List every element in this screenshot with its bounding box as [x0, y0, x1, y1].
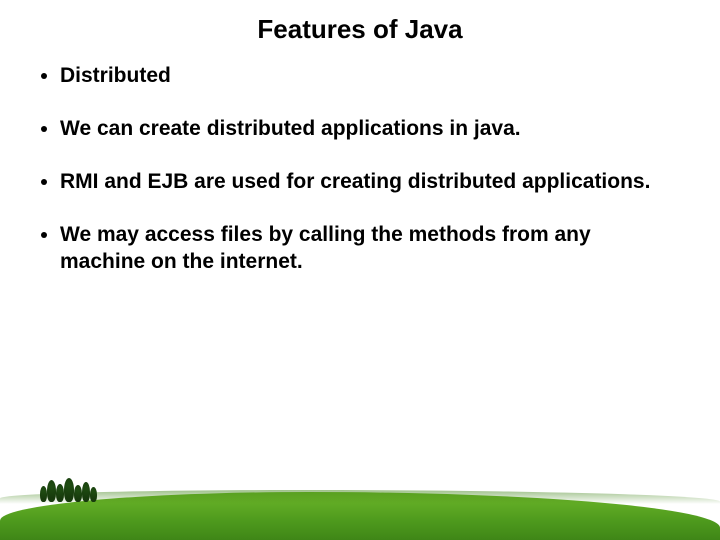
tree-icon: [40, 486, 47, 502]
tree-icon: [74, 485, 82, 502]
tree-cluster-icon: [40, 474, 100, 502]
tree-icon: [90, 487, 97, 502]
tree-icon: [56, 484, 64, 502]
bullet-item: Distributed: [60, 63, 690, 90]
tree-icon: [82, 482, 90, 502]
bullet-list: Distributed We can create distributed ap…: [30, 63, 690, 275]
tree-icon: [47, 480, 56, 502]
bullet-item: We may access files by calling the metho…: [60, 222, 690, 276]
tree-icon: [64, 478, 74, 502]
grass-shadow: [0, 490, 720, 504]
slide: Features of Java Distributed We can crea…: [0, 0, 720, 540]
slide-title: Features of Java: [30, 14, 690, 45]
bullet-item: RMI and EJB are used for creating distri…: [60, 169, 690, 196]
bullet-item: We can create distributed applications i…: [60, 116, 690, 143]
hill-back: [0, 468, 720, 540]
footer-landscape-decoration: [0, 450, 720, 540]
hill-front: [0, 492, 720, 540]
